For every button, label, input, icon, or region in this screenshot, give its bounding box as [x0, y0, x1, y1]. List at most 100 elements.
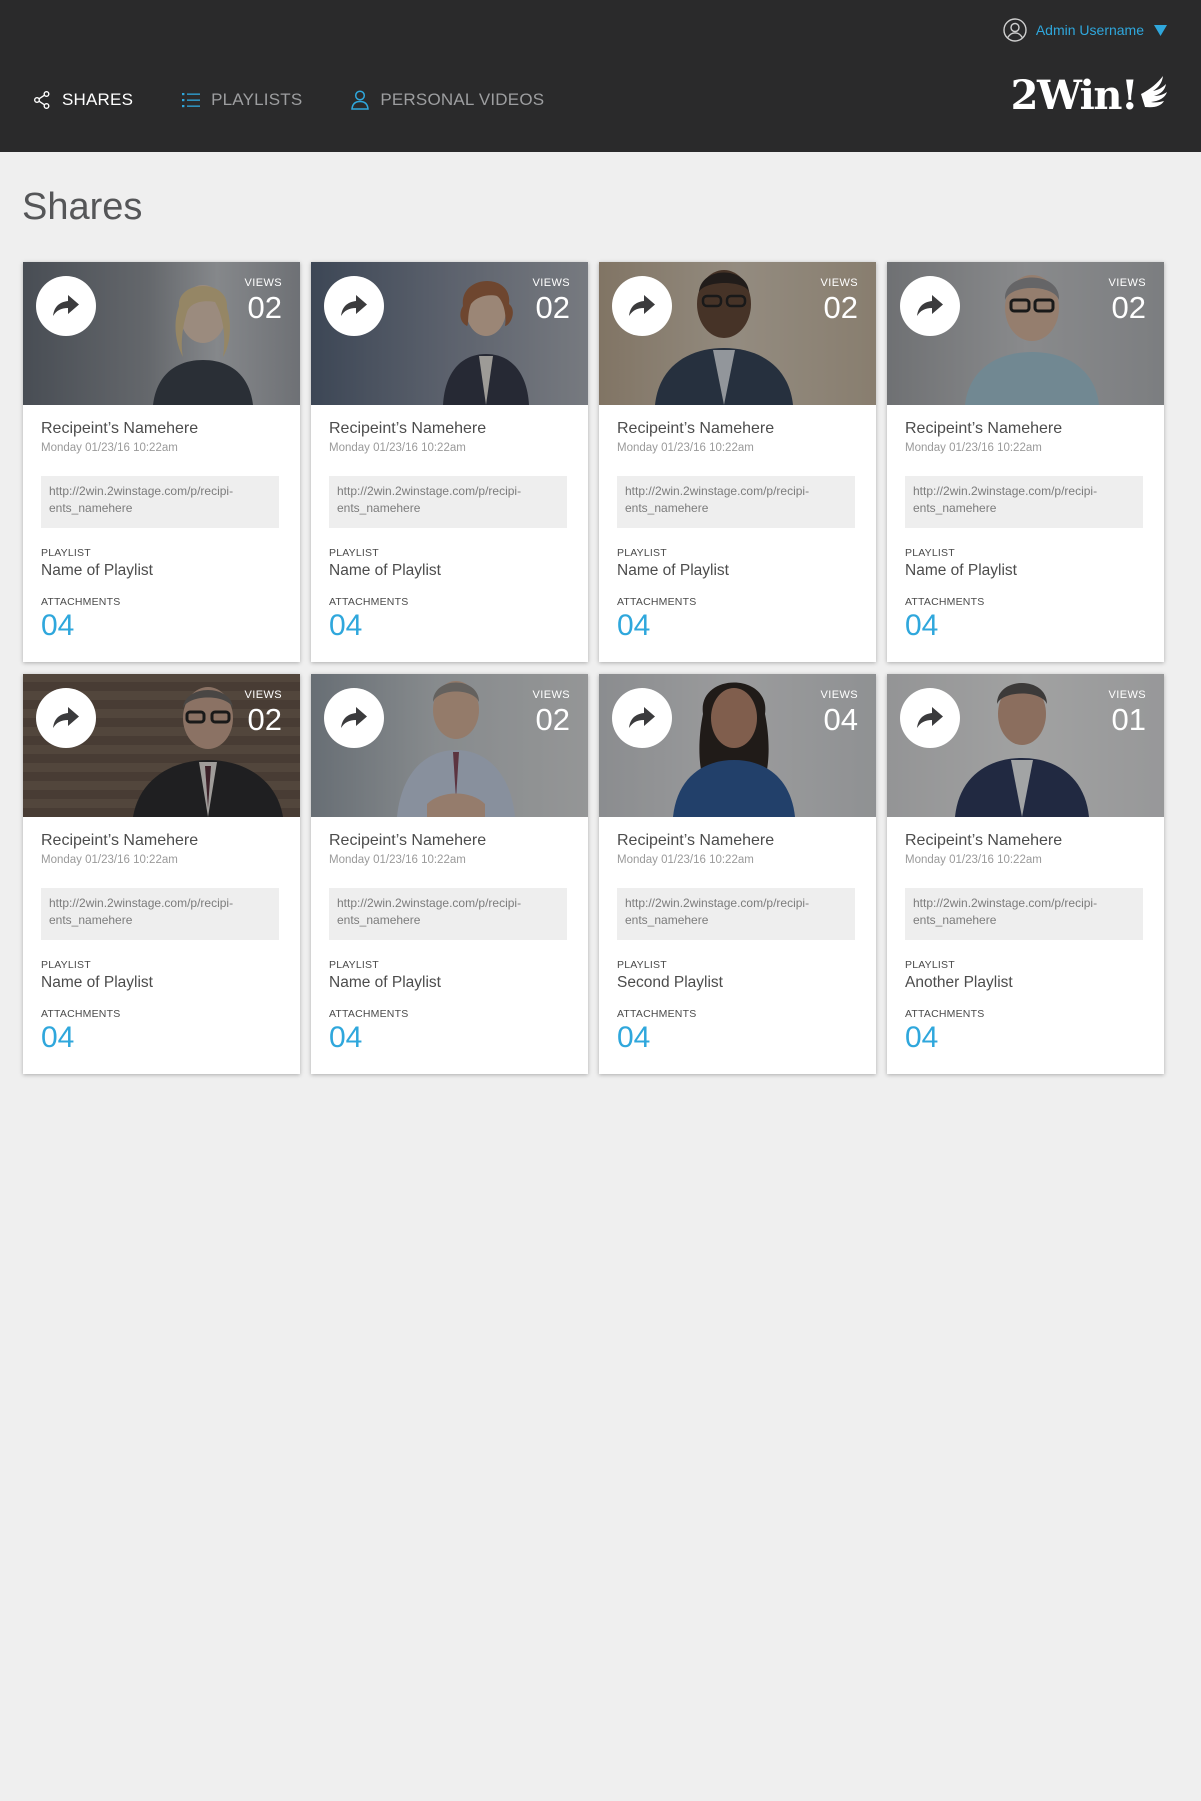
recipient-name: Recipeint’s Namehere — [617, 420, 775, 437]
share-button[interactable] — [900, 276, 960, 336]
playlist-label: PLAYLIST — [617, 547, 667, 559]
video-thumbnail[interactable]: VIEWS 01 — [887, 674, 1164, 817]
brand-logo[interactable]: 2Win! — [1011, 74, 1169, 121]
caret-down-icon — [1154, 24, 1167, 36]
share-card[interactable]: VIEWS 02 Recipeint’s Namehere Monday 01/… — [311, 674, 588, 1074]
playlist-label: PLAYLIST — [329, 547, 379, 559]
video-thumbnail[interactable]: VIEWS 02 — [311, 262, 588, 405]
share-date: Monday 01/23/16 10:22am — [617, 854, 754, 866]
share-date: Monday 01/23/16 10:22am — [41, 442, 178, 454]
video-thumbnail[interactable]: VIEWS 04 — [599, 674, 876, 817]
views-count: 02 — [535, 290, 570, 325]
video-thumbnail[interactable]: VIEWS 02 — [311, 674, 588, 817]
playlist-name[interactable]: Name of Playlist — [329, 974, 570, 992]
share-button[interactable] — [612, 276, 672, 336]
views-label: VIEWS — [244, 689, 282, 701]
wing-icon — [1137, 74, 1169, 121]
user-avatar-icon — [1003, 18, 1027, 42]
recipient-name: Recipeint’s Namehere — [329, 420, 487, 437]
attachments-label: ATTACHMENTS — [617, 596, 697, 608]
views-count: 02 — [247, 290, 282, 325]
share-link-field[interactable]: http://2win.2winstage.com/p/recipi- ents… — [905, 476, 1143, 528]
share-link-field[interactable]: http://2win.2winstage.com/p/recipi- ents… — [41, 888, 279, 940]
nav-tab-personal-videos[interactable]: PERSONAL VIDEOS — [350, 90, 544, 110]
user-menu[interactable]: Admin Username — [1003, 16, 1167, 44]
share-date: Monday 01/23/16 10:22am — [905, 854, 1042, 866]
views-counter: VIEWS 01 — [1109, 689, 1146, 736]
attachments-label: ATTACHMENTS — [41, 596, 121, 608]
share-card[interactable]: VIEWS 02 Recipeint’s Namehere Monday 01/… — [23, 674, 300, 1074]
views-counter: VIEWS 02 — [245, 277, 282, 324]
share-arrow-icon — [917, 707, 943, 728]
attachments-count: 04 — [905, 609, 939, 642]
attachments-label: ATTACHMENTS — [41, 1008, 121, 1020]
recipient-name: Recipeint’s Namehere — [617, 832, 775, 849]
playlist-name[interactable]: Another Playlist — [905, 974, 1146, 992]
playlist-name[interactable]: Name of Playlist — [905, 562, 1146, 580]
attachments-label: ATTACHMENTS — [329, 1008, 409, 1020]
attachments-count: 04 — [905, 1021, 939, 1054]
recipient-name: Recipeint’s Namehere — [41, 420, 199, 437]
views-label: VIEWS — [1108, 277, 1146, 289]
share-link-line: http://2win.2winstage.com/p/recipi- — [913, 896, 1098, 910]
views-count: 02 — [535, 702, 570, 737]
share-arrow-icon — [629, 707, 655, 728]
share-arrow-icon — [53, 295, 79, 316]
share-link-field[interactable]: http://2win.2winstage.com/p/recipi- ents… — [617, 476, 855, 528]
share-button[interactable] — [324, 688, 384, 748]
nav-tab-shares[interactable]: SHARES — [32, 90, 133, 110]
views-label: VIEWS — [820, 277, 858, 289]
video-thumbnail[interactable]: VIEWS 02 — [887, 262, 1164, 405]
share-link-field[interactable]: http://2win.2winstage.com/p/recipi- ents… — [329, 888, 567, 940]
share-card[interactable]: VIEWS 02 Recipeint’s Namehere Monday 01/… — [887, 262, 1164, 662]
share-card[interactable]: VIEWS 02 Recipeint’s Namehere Monday 01/… — [311, 262, 588, 662]
share-button[interactable] — [900, 688, 960, 748]
share-link-line: ents_namehere — [49, 913, 133, 927]
share-date: Monday 01/23/16 10:22am — [617, 442, 754, 454]
video-thumbnail[interactable]: VIEWS 02 — [23, 674, 300, 817]
share-link-field[interactable]: http://2win.2winstage.com/p/recipi- ents… — [617, 888, 855, 940]
share-link-line: ents_namehere — [337, 501, 421, 515]
share-card[interactable]: VIEWS 02 Recipeint’s Namehere Monday 01/… — [599, 262, 876, 662]
playlist-label: PLAYLIST — [41, 959, 91, 971]
playlist-name[interactable]: Name of Playlist — [329, 562, 570, 580]
playlist-label: PLAYLIST — [329, 959, 379, 971]
top-header: Admin Username SHARES PLAYLISTS PERSONAL… — [0, 0, 1201, 152]
attachments-label: ATTACHMENTS — [617, 1008, 697, 1020]
nav-tab-playlists[interactable]: PLAYLISTS — [181, 90, 302, 110]
share-link-line: http://2win.2winstage.com/p/recipi- — [337, 484, 522, 498]
views-counter: VIEWS 04 — [821, 689, 858, 736]
views-count: 02 — [1111, 290, 1146, 325]
share-button[interactable] — [36, 276, 96, 336]
share-button[interactable] — [324, 276, 384, 336]
video-thumbnail[interactable]: VIEWS 02 — [23, 262, 300, 405]
share-link-line: ents_namehere — [625, 913, 709, 927]
share-card[interactable]: VIEWS 02 Recipeint’s Namehere Monday 01/… — [23, 262, 300, 662]
share-link-field[interactable]: http://2win.2winstage.com/p/recipi- ents… — [41, 476, 279, 528]
share-arrow-icon — [341, 707, 367, 728]
share-link-line: http://2win.2winstage.com/p/recipi- — [337, 896, 522, 910]
nav-label-shares: SHARES — [62, 90, 134, 109]
playlist-label: PLAYLIST — [617, 959, 667, 971]
share-arrow-icon — [917, 295, 943, 316]
attachments-count: 04 — [617, 609, 651, 642]
share-arrow-icon — [629, 295, 655, 316]
views-counter: VIEWS 02 — [821, 277, 858, 324]
share-link-field[interactable]: http://2win.2winstage.com/p/recipi- ents… — [905, 888, 1143, 940]
playlist-name[interactable]: Name of Playlist — [41, 562, 282, 580]
views-count: 01 — [1111, 702, 1146, 737]
video-thumbnail[interactable]: VIEWS 02 — [599, 262, 876, 405]
playlist-name[interactable]: Name of Playlist — [617, 562, 858, 580]
playlist-label: PLAYLIST — [905, 547, 955, 559]
share-card[interactable]: VIEWS 01 Recipeint’s Namehere Monday 01/… — [887, 674, 1164, 1074]
share-link-line: http://2win.2winstage.com/p/recipi- — [913, 484, 1098, 498]
share-button[interactable] — [36, 688, 96, 748]
views-label: VIEWS — [244, 277, 282, 289]
share-date: Monday 01/23/16 10:22am — [905, 442, 1042, 454]
share-card[interactable]: VIEWS 04 Recipeint’s Namehere Monday 01/… — [599, 674, 876, 1074]
logo-text: 2Win! — [1010, 72, 1139, 119]
playlist-name[interactable]: Name of Playlist — [41, 974, 282, 992]
share-button[interactable] — [612, 688, 672, 748]
share-link-field[interactable]: http://2win.2winstage.com/p/recipi- ents… — [329, 476, 567, 528]
playlist-name[interactable]: Second Playlist — [617, 974, 858, 992]
